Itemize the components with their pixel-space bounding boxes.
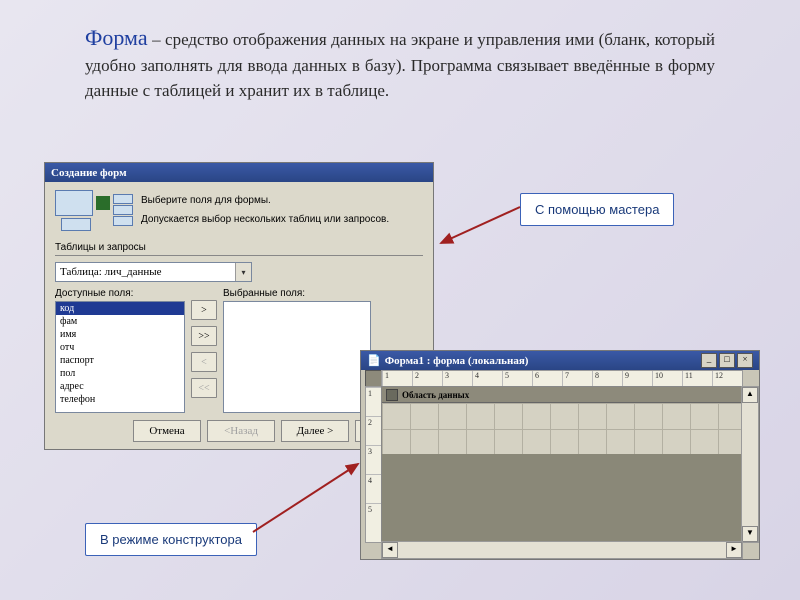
section-header-bar[interactable]: Область данных (382, 387, 742, 403)
horizontal-scrollbar[interactable]: ◄ ► (381, 541, 743, 559)
callout-wizard: С помощью мастера (520, 193, 674, 226)
design-surface[interactable]: Область данных (381, 386, 743, 543)
ruler-tick: 4 (472, 371, 502, 387)
wizard-prompt-1: Выберите поля для формы. (141, 194, 389, 208)
term: Форма (85, 25, 148, 50)
list-item[interactable]: код (56, 302, 184, 315)
ruler-tick: 10 (652, 371, 682, 387)
selected-label: Выбранные поля: (223, 288, 371, 299)
ruler-tick: 2 (412, 371, 442, 387)
arrow-to-wizard (435, 203, 525, 253)
tables-label: Таблицы и запросы (55, 242, 423, 253)
maximize-button[interactable]: □ (719, 353, 735, 368)
designer-titlebar[interactable]: 📄 Форма1 : форма (локальная) _ □ × (361, 351, 759, 370)
designer-title: Форма1 : форма (локальная) (385, 355, 529, 367)
next-button[interactable]: Далее > (281, 420, 349, 442)
tables-combo-input[interactable] (56, 263, 235, 281)
remove-field-button[interactable]: < (191, 352, 217, 372)
ruler-tick: 12 (712, 371, 742, 387)
back-button[interactable]: <Назад (207, 420, 275, 442)
available-label: Доступные поля: (55, 288, 185, 299)
ruler-tick: 5 (502, 371, 532, 387)
scroll-up-button[interactable]: ▲ (742, 387, 758, 403)
wizard-banner: Выберите поля для формы. Допускается выб… (55, 190, 423, 230)
wizard-title: Создание форм (51, 167, 127, 179)
ruler-tick: 5 (366, 503, 382, 532)
available-fields-list[interactable]: код фам имя отч паспорт пол адрес телефо… (55, 301, 185, 413)
remove-all-button[interactable]: << (191, 378, 217, 398)
scroll-left-button[interactable]: ◄ (382, 542, 398, 558)
tables-combo[interactable]: ▾ (55, 262, 252, 282)
ruler-tick: 8 (592, 371, 622, 387)
section-selector-icon[interactable] (386, 389, 398, 401)
list-item[interactable]: пол (56, 367, 184, 380)
ruler-tick: 1 (366, 387, 382, 416)
ruler-tick: 7 (562, 371, 592, 387)
ruler-tick: 9 (622, 371, 652, 387)
empty-area (382, 454, 742, 542)
ruler-tick: 4 (366, 474, 382, 503)
callout-designer: В режиме конструктора (85, 523, 257, 556)
list-item[interactable]: имя (56, 328, 184, 341)
list-item[interactable]: адрес (56, 380, 184, 393)
ruler-tick: 3 (366, 445, 382, 474)
ruler-tick: 11 (682, 371, 712, 387)
scroll-right-button[interactable]: ► (726, 542, 742, 558)
minimize-button[interactable]: _ (701, 353, 717, 368)
ruler-tick: 6 (532, 371, 562, 387)
definition-body: средство отображения данных на экране и … (85, 30, 715, 100)
list-item[interactable]: фам (56, 315, 184, 328)
list-item[interactable]: отч (56, 341, 184, 354)
designer-window: 📄 Форма1 : форма (локальная) _ □ × 1 2 3… (360, 350, 760, 560)
close-button[interactable]: × (737, 353, 753, 368)
ruler-tick: 3 (442, 371, 472, 387)
detail-section-grid[interactable] (382, 403, 742, 455)
definition-paragraph: Форма – средство отображения данных на э… (85, 22, 715, 103)
scroll-down-button[interactable]: ▼ (742, 526, 758, 542)
chevron-down-icon[interactable]: ▾ (235, 263, 251, 281)
ruler-tick: 1 (382, 371, 412, 387)
wizard-prompt-2: Допускается выбор нескольких таблиц или … (141, 213, 389, 227)
vertical-scrollbar[interactable]: ▲ ▼ (741, 386, 759, 543)
add-all-button[interactable]: >> (191, 326, 217, 346)
wizard-icon (55, 190, 131, 230)
section-header-label: Область данных (402, 390, 469, 400)
cancel-button[interactable]: Отмена (133, 420, 201, 442)
selected-fields-list[interactable] (223, 301, 371, 413)
list-item[interactable]: паспорт (56, 354, 184, 367)
add-field-button[interactable]: > (191, 300, 217, 320)
form-icon: 📄 (367, 354, 381, 367)
wizard-titlebar: Создание форм (45, 163, 433, 182)
dash: – (152, 30, 161, 49)
list-item[interactable]: телефон (56, 393, 184, 406)
arrow-to-designer (248, 458, 368, 538)
ruler-tick: 2 (366, 416, 382, 445)
